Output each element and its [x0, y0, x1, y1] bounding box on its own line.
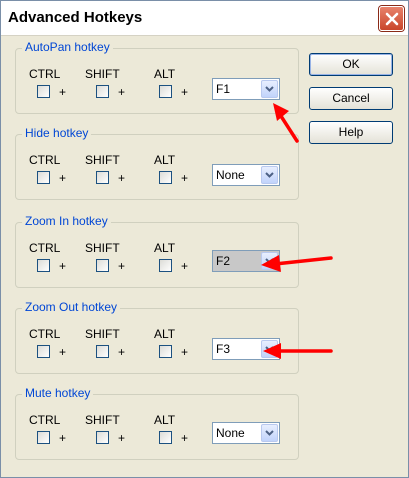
plus-sign: + — [118, 85, 126, 99]
shift-checkbox[interactable] — [96, 171, 109, 184]
chevron-down-icon — [265, 86, 274, 92]
alt-checkbox[interactable] — [159, 345, 172, 358]
key-select[interactable]: None — [212, 422, 280, 444]
alt-checkbox[interactable] — [159, 431, 172, 444]
key-select-value: F3 — [216, 342, 231, 356]
ctrl-label: CTRL — [29, 327, 61, 341]
ctrl-checkbox[interactable] — [37, 431, 50, 444]
alt-label: ALT — [154, 413, 176, 427]
ctrl-label: CTRL — [29, 241, 61, 255]
key-select-value: F1 — [216, 82, 231, 96]
annotation-arrow-icon — [263, 343, 333, 359]
ok-button[interactable]: OK — [309, 53, 393, 76]
shift-label: SHIFT — [85, 327, 120, 341]
plus-sign: + — [59, 345, 67, 359]
shift-checkbox[interactable] — [96, 345, 109, 358]
key-select-value: F2 — [216, 254, 231, 268]
group-title: Hide hotkey — [22, 126, 92, 140]
ctrl-label: CTRL — [29, 413, 61, 427]
plus-sign: + — [118, 171, 126, 185]
window-title: Advanced Hotkeys — [8, 9, 143, 26]
ctrl-checkbox[interactable] — [37, 171, 50, 184]
alt-label: ALT — [154, 153, 176, 167]
alt-label: ALT — [154, 241, 176, 255]
mute-hotkey-group: Mute hotkey CTRL + SHIFT + ALT + None — [15, 386, 299, 460]
plus-sign: + — [118, 259, 126, 273]
advanced-hotkeys-dialog: Advanced Hotkeys AutoPan hotkey CTRL + S… — [0, 0, 409, 478]
ctrl-checkbox[interactable] — [37, 259, 50, 272]
ctrl-label: CTRL — [29, 67, 61, 81]
annotation-arrow-icon — [261, 255, 333, 272]
shift-checkbox[interactable] — [96, 431, 109, 444]
plus-sign: + — [59, 431, 67, 445]
plus-sign: + — [181, 431, 189, 445]
plus-sign: + — [118, 345, 126, 359]
ctrl-label: CTRL — [29, 153, 61, 167]
group-title: Zoom Out hotkey — [22, 300, 121, 314]
ctrl-checkbox[interactable] — [37, 85, 50, 98]
shift-label: SHIFT — [85, 67, 120, 81]
alt-checkbox[interactable] — [159, 171, 172, 184]
shift-label: SHIFT — [85, 241, 120, 255]
dropdown-button[interactable] — [261, 80, 278, 98]
shift-checkbox[interactable] — [96, 259, 109, 272]
plus-sign: + — [181, 171, 189, 185]
key-select-value: None — [216, 168, 245, 182]
autopan-hotkey-group: AutoPan hotkey CTRL + SHIFT + ALT + F1 — [15, 40, 299, 114]
hide-hotkey-group: Hide hotkey CTRL + SHIFT + ALT + None — [15, 126, 299, 200]
alt-label: ALT — [154, 327, 176, 341]
alt-checkbox[interactable] — [159, 85, 172, 98]
plus-sign: + — [181, 259, 189, 273]
plus-sign: + — [59, 171, 67, 185]
key-select[interactable]: None — [212, 164, 280, 186]
zoom-in-hotkey-group: Zoom In hotkey CTRL + SHIFT + ALT + F2 — [15, 214, 299, 288]
annotation-arrow-icon — [273, 103, 299, 143]
zoom-out-hotkey-group: Zoom Out hotkey CTRL + SHIFT + ALT + F3 — [15, 300, 299, 374]
help-button[interactable]: Help — [309, 121, 393, 144]
key-select[interactable]: F1 — [212, 78, 280, 100]
plus-sign: + — [181, 345, 189, 359]
group-title: Mute hotkey — [22, 386, 94, 400]
plus-sign: + — [181, 85, 189, 99]
plus-sign: + — [59, 259, 67, 273]
plus-sign: + — [59, 85, 67, 99]
alt-checkbox[interactable] — [159, 259, 172, 272]
dropdown-button[interactable] — [261, 424, 278, 442]
group-title: Zoom In hotkey — [22, 214, 111, 228]
title-bar: Advanced Hotkeys — [1, 1, 408, 36]
plus-sign: + — [118, 431, 126, 445]
close-icon — [385, 12, 399, 26]
chevron-down-icon — [265, 430, 274, 436]
ctrl-checkbox[interactable] — [37, 345, 50, 358]
dropdown-button[interactable] — [261, 166, 278, 184]
alt-label: ALT — [154, 67, 176, 81]
group-title: AutoPan hotkey — [22, 40, 113, 54]
cancel-button[interactable]: Cancel — [309, 87, 393, 110]
shift-checkbox[interactable] — [96, 85, 109, 98]
key-select-value: None — [216, 426, 245, 440]
shift-label: SHIFT — [85, 413, 120, 427]
shift-label: SHIFT — [85, 153, 120, 167]
close-button[interactable] — [379, 6, 404, 31]
chevron-down-icon — [265, 172, 274, 178]
